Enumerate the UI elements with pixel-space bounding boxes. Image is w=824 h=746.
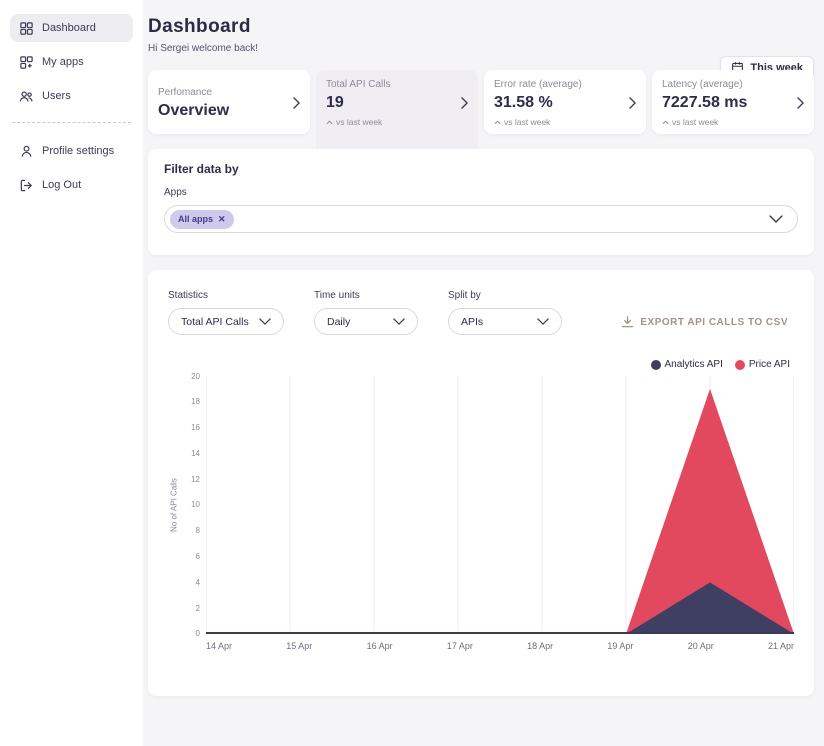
welcome-subtitle: Hi Sergei welcome back!	[148, 43, 259, 54]
time-units-value: Daily	[327, 315, 351, 328]
plot-area	[206, 376, 794, 634]
sidebar-item-log-out[interactable]: Log Out	[10, 171, 133, 199]
y-axis: 20 18 16 14 12 10 8 6 4 2 0	[191, 371, 200, 639]
stat-card-total-api-calls[interactable]: Total API Calls 19 vs last week	[316, 70, 478, 149]
dashboard-icon	[18, 20, 34, 36]
sidebar: Dashboard My apps Users Profile settings…	[0, 0, 143, 746]
filter-panel: Filter data by Apps All apps ✕	[148, 149, 814, 255]
time-units-control: Time units Daily	[314, 290, 418, 335]
chevron-down-icon	[769, 215, 783, 223]
sidebar-item-my-apps[interactable]: My apps	[10, 48, 133, 76]
y-axis-title: No of API Calls	[169, 478, 179, 532]
split-by-label: Split by	[448, 290, 481, 301]
legend-item[interactable]: Analytics API	[650, 359, 723, 370]
x-tick-label: 14 Apr	[206, 641, 233, 651]
all-apps-chip[interactable]: All apps ✕	[170, 209, 234, 229]
stat-card-note: vs last week	[662, 117, 793, 127]
legend-dot	[650, 359, 661, 370]
export-csv-button[interactable]: EXPORT API CALLS TO CSV	[615, 315, 794, 329]
legend-label: Analytics API	[664, 359, 723, 370]
x-axis: 14 Apr 15 Apr 16 Apr 17 Apr 18 Apr 19 Apr 20 A…	[206, 634, 794, 652]
stat-card-note: vs last week	[326, 117, 457, 127]
x-tick-label: 16 Apr	[366, 641, 393, 651]
sidebar-divider	[12, 122, 131, 123]
stat-card-value: 7227.58 ms	[662, 94, 748, 111]
statistics-label: Statistics	[168, 290, 209, 301]
chevron-down-icon	[537, 318, 549, 325]
chevron-up-icon	[662, 119, 669, 125]
stat-card-label: Total API Calls	[326, 79, 391, 90]
legend-item[interactable]: Price API	[734, 359, 790, 370]
filter-title: Filter data by	[164, 162, 239, 176]
stat-cards-row: Perfomance Overview Total API Calls 19 v…	[148, 70, 814, 149]
sidebar-item-label: Log Out	[42, 179, 82, 191]
split-by-value: APIs	[461, 315, 484, 328]
chevron-up-icon	[326, 119, 333, 125]
chart-svg	[206, 376, 794, 634]
x-tick-label: 17 Apr	[446, 641, 473, 651]
page-title: Dashboard	[148, 16, 251, 37]
main-content: Dashboard Hi Sergei welcome back! This w…	[143, 0, 824, 746]
stat-card-label: Perfomance	[158, 86, 212, 98]
stat-card-label: Error rate (average)	[494, 79, 582, 90]
stat-card-value: 31.58 %	[494, 94, 553, 111]
download-icon	[621, 316, 634, 328]
x-tick-label: 15 Apr	[286, 641, 313, 651]
stat-card-note: vs last week	[494, 117, 625, 127]
x-tick-label: 21 Apr	[767, 641, 794, 651]
x-tick-label: 19 Apr	[607, 641, 634, 651]
statistics-panel: Statistics Total API Calls Time units Da…	[148, 270, 814, 696]
profile-icon	[18, 143, 34, 159]
api-calls-chart: No of API Calls 20 18 16 14 12 10 8 6 4 2 0 14 Apr…	[168, 371, 794, 652]
legend-label: Price API	[748, 359, 790, 370]
statistics-value: Total API Calls	[181, 315, 249, 328]
sidebar-item-profile-settings[interactable]: Profile settings	[10, 137, 133, 165]
x-tick-label: 20 Apr	[687, 641, 714, 651]
stat-card-value: 19	[326, 94, 344, 111]
split-by-select[interactable]: APIs	[448, 308, 562, 335]
split-by-control: Split by APIs	[448, 290, 562, 335]
sidebar-item-label: Users	[42, 90, 71, 102]
chevron-up-icon	[494, 119, 501, 125]
stat-card-label: Latency (average)	[662, 79, 743, 90]
apps-icon	[18, 54, 34, 70]
logout-icon	[18, 177, 34, 193]
sidebar-item-label: Profile settings	[42, 145, 115, 157]
chevron-right-icon	[629, 97, 636, 109]
chevron-down-icon	[259, 318, 271, 325]
users-icon	[18, 88, 34, 104]
apps-field-label: Apps	[164, 187, 187, 198]
sidebar-item-users[interactable]: Users	[10, 82, 133, 110]
sidebar-item-label: My apps	[42, 56, 84, 68]
export-csv-label: EXPORT API CALLS TO CSV	[640, 316, 788, 328]
area-series	[206, 582, 794, 634]
chevron-right-icon	[461, 97, 468, 109]
apps-select[interactable]: All apps ✕	[164, 205, 798, 233]
chevron-down-icon	[393, 318, 405, 325]
time-units-label: Time units	[314, 290, 360, 301]
chip-close-icon[interactable]: ✕	[218, 214, 226, 225]
time-units-select[interactable]: Daily	[314, 308, 418, 335]
statistics-control: Statistics Total API Calls	[168, 290, 284, 335]
stat-card-performance[interactable]: Perfomance Overview	[148, 70, 310, 134]
x-tick-label: 18 Apr	[527, 641, 554, 651]
chart-controls-row: Statistics Total API Calls Time units Da…	[168, 290, 794, 335]
chart-legend: Analytics API Price API	[172, 359, 790, 370]
chevron-right-icon	[797, 97, 804, 109]
legend-dot	[734, 359, 745, 370]
stat-card-value: Overview	[158, 101, 230, 119]
stat-card-error-rate[interactable]: Error rate (average) 31.58 % vs last wee…	[484, 70, 646, 134]
stat-card-latency[interactable]: Latency (average) 7227.58 ms vs last wee…	[652, 70, 814, 134]
chevron-right-icon	[293, 97, 300, 109]
sidebar-item-dashboard[interactable]: Dashboard	[10, 14, 133, 42]
chip-label: All apps	[178, 214, 214, 224]
statistics-select[interactable]: Total API Calls	[168, 308, 284, 335]
sidebar-item-label: Dashboard	[42, 22, 96, 34]
